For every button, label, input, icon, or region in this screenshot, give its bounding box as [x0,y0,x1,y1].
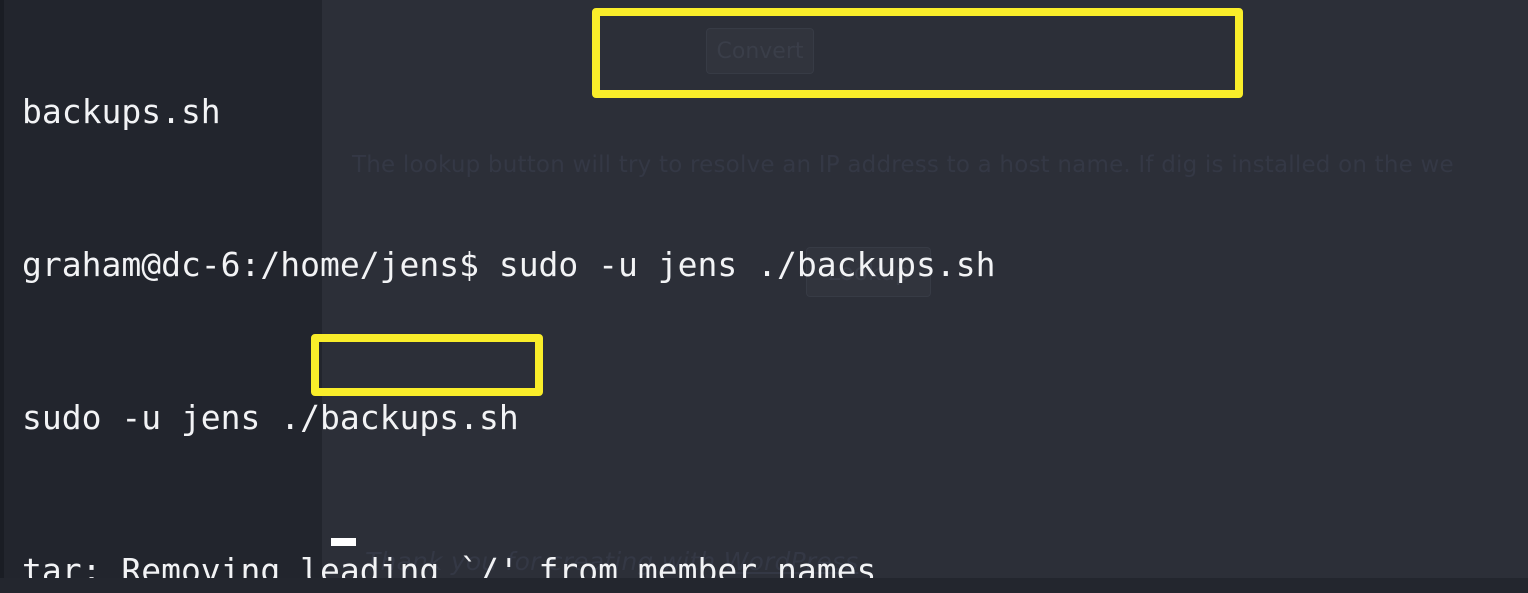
terminal-line: backups.sh [22,92,221,131]
terminal-left-edge [0,0,4,580]
terminal-output[interactable]: backups.sh graham@dc-6:/home/jens$ sudo … [22,0,996,593]
bottom-band [0,578,1528,593]
terminal-line: sudo -u jens ./backups.sh [22,398,519,437]
screen: The lookup button will try to resolve an… [0,0,1528,593]
terminal-line: graham@dc-6:/home/jens$ sudo -u jens ./b… [22,245,996,284]
